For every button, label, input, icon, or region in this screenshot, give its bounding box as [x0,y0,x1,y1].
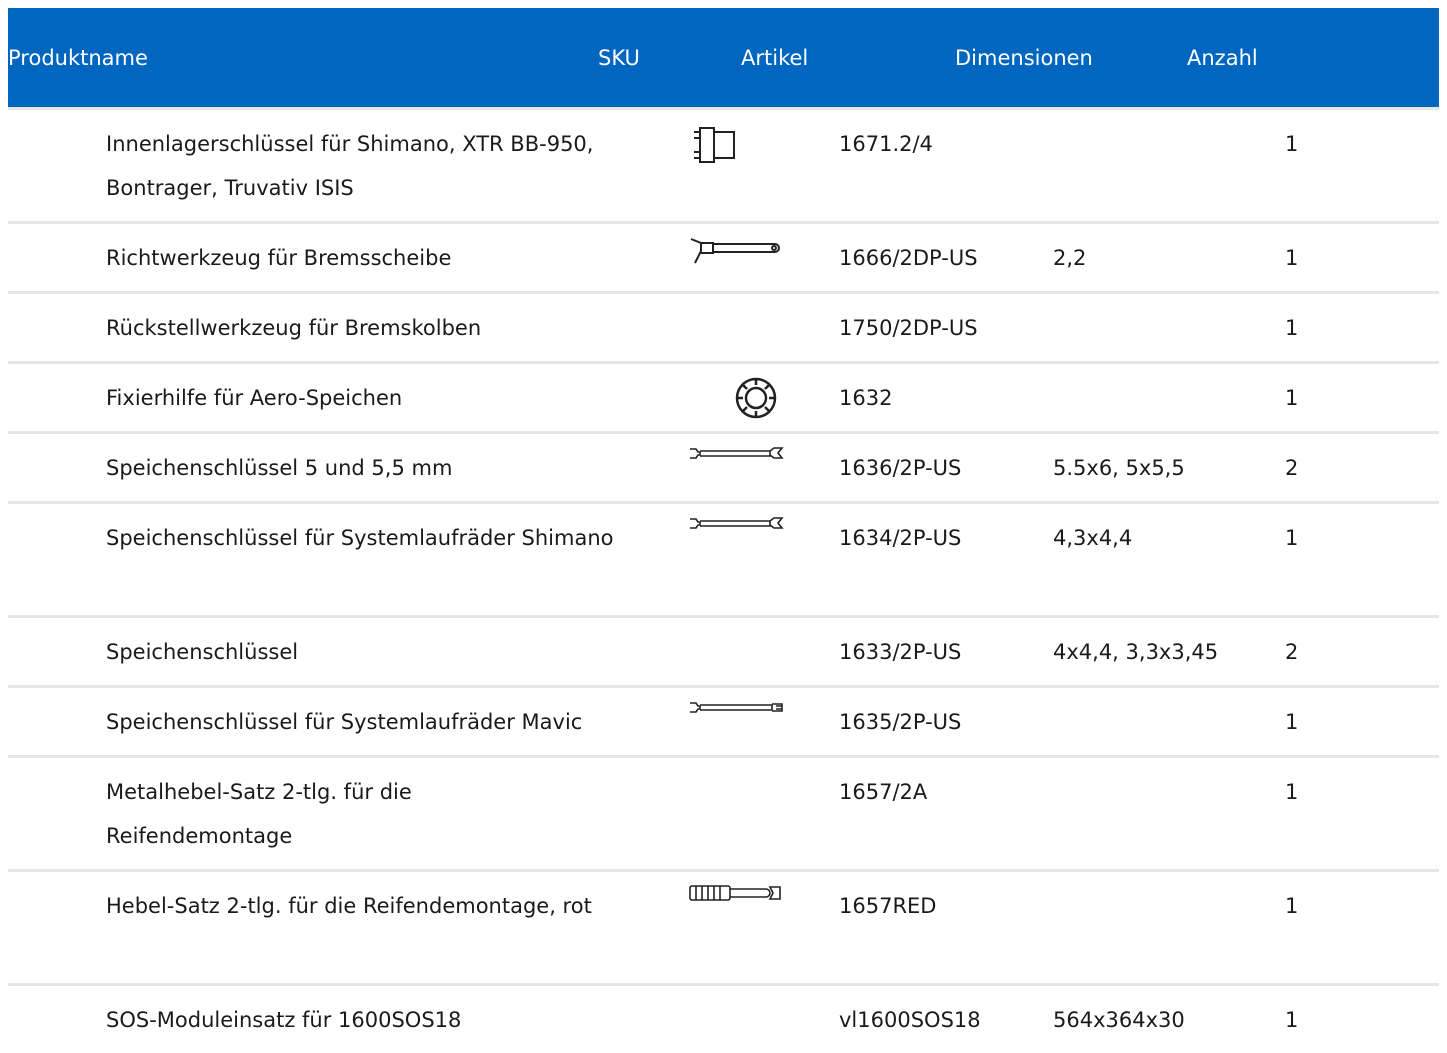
table-row: Richtwerkzeug für Bremsscheibe 1666/2DP-… [8,221,1439,291]
table-row: Rückstellwerkzeug für Bremskolben 1750/2… [8,291,1439,361]
sku-cell [694,110,839,221]
table-row: Speichenschlüssel für Systemlaufräder Ma… [8,685,1439,755]
dimensions [1053,688,1285,755]
sku-cell [690,224,839,291]
product-name: Metalhebel-Satz 2-tlg. für die Reifendem… [106,780,412,848]
bottom-bracket-tool-icon [692,126,738,164]
dimensions: 5.5x6, 5x5,5 [1053,456,1185,480]
header-article[interactable]: Artikel [741,46,955,70]
sku-cell [696,294,839,361]
disc-truing-tool-icon [688,236,784,266]
dimensions [1053,758,1285,869]
product-name: Innenlagerschlüssel für Shimano, XTR BB-… [106,132,594,200]
article-number: 1750/2DP-US [839,316,978,340]
quantity: 1 [1285,1008,1299,1032]
dimensions: 4,3x4,4 [1053,526,1133,550]
table-row: Fixierhilfe für Aero-Speichen 1632 1 [8,361,1439,431]
article-number: 1632 [839,386,893,410]
article-number: 1636/2P-US [839,456,962,480]
product-table: Produktname SKU Artikel Dimensionen Anza… [8,8,1439,1053]
sku-cell [689,872,839,983]
quantity: 1 [1285,710,1299,734]
header-dimensions[interactable]: Dimensionen [955,46,1187,70]
quantity: 1 [1285,894,1299,918]
product-name: Speichenschlüssel für Systemlaufräder Sh… [106,526,614,550]
table-row: Innenlagerschlüssel für Shimano, XTR BB-… [8,107,1439,221]
quantity: 1 [1285,526,1299,550]
aero-spoke-holder-icon [734,376,778,420]
sku-cell [690,688,839,755]
quantity: 1 [1285,132,1299,156]
product-name: Speichenschlüssel 5 und 5,5 mm [106,456,453,480]
table-row: Metalhebel-Satz 2-tlg. für die Reifendem… [8,755,1439,869]
product-name: Rückstellwerkzeug für Bremskolben [106,316,482,340]
article-number: 1657RED [839,894,937,918]
spoke-wrench-icon [688,444,784,462]
article-number: 1634/2P-US [839,526,962,550]
article-number: 1671.2/4 [839,132,933,156]
header-quantity[interactable]: Anzahl [1187,46,1287,70]
product-name: Richtwerkzeug für Bremsscheibe [106,246,452,270]
quantity: 2 [1285,456,1299,480]
quantity: 1 [1285,386,1299,410]
product-name: SOS-Moduleinsatz für 1600SOS18 [106,1008,462,1032]
dimensions [1053,110,1285,221]
article-number: 1666/2DP-US [839,246,978,270]
article-number: 1657/2A [839,780,928,804]
table-row: Hebel-Satz 2-tlg. für die Reifendemontag… [8,869,1439,983]
table-header: Produktname SKU Artikel Dimensionen Anza… [8,8,1439,107]
table-row: Speichenschlüssel für Systemlaufräder Sh… [8,501,1439,615]
product-name: Speichenschlüssel [106,640,299,664]
product-name: Fixierhilfe für Aero-Speichen [106,386,403,410]
dimensions [1053,364,1285,431]
quantity: 1 [1285,316,1299,340]
spoke-wrench-icon [688,514,784,532]
quantity: 1 [1285,246,1299,270]
sku-cell [696,986,839,1053]
quantity: 1 [1285,780,1299,804]
tire-lever-icon [688,882,784,904]
product-name: Hebel-Satz 2-tlg. für die Reifendemontag… [106,894,592,918]
sku-cell [696,364,839,431]
sku-cell [696,618,839,685]
article-number: 1635/2P-US [839,710,962,734]
sku-cell [696,758,839,869]
dimensions [1053,872,1285,983]
product-name: Speichenschlüssel für Systemlaufräder Ma… [106,710,583,734]
article-number: 1633/2P-US [839,640,962,664]
mavic-spoke-wrench-icon [688,698,784,716]
table-row: SOS-Moduleinsatz für 1600SOS18 vl1600SOS… [8,983,1439,1053]
sku-cell [690,434,839,501]
dimensions: 4x4,4, 3,3x3,45 [1053,640,1219,664]
dimensions: 564x364x30 [1053,1008,1185,1032]
dimensions: 2,2 [1053,246,1087,270]
dimensions [1053,294,1285,361]
header-product-name[interactable]: Produktname [8,46,598,70]
sku-cell [690,504,839,615]
table-row: Speichenschlüssel 5 und 5,5 mm 1636/2P-U… [8,431,1439,501]
header-sku[interactable]: SKU [598,46,741,70]
quantity: 2 [1285,640,1299,664]
table-row: Speichenschlüssel 1633/2P-US 4x4,4, 3,3x… [8,615,1439,685]
article-number: vl1600SOS18 [839,1008,981,1032]
